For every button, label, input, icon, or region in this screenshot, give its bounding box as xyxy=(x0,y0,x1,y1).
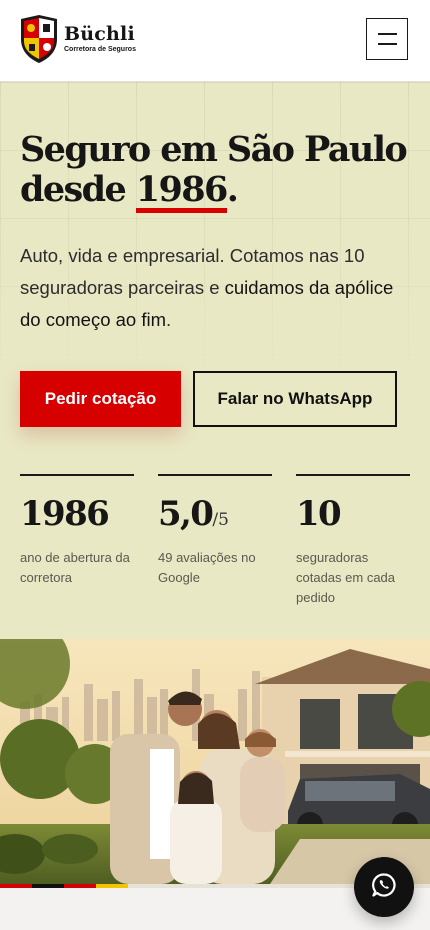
stat-value: 10 xyxy=(296,494,410,540)
hero-description: Auto, vida e empresarial. Cotamos nas 10… xyxy=(20,240,412,336)
site-header: Büchli Corretora de Seguros xyxy=(0,0,430,82)
hamburger-menu-icon-line xyxy=(378,43,397,45)
whatsapp-floating-button[interactable] xyxy=(354,857,414,917)
hero-title-year: 1986 xyxy=(135,169,228,213)
family-in-front-of-house-photo xyxy=(0,639,430,884)
whatsapp-icon xyxy=(371,872,397,903)
stat-label: ano de abertura da corretora xyxy=(20,550,130,585)
hero-section: Seguro em São Paulo desde 1986. Auto, vi… xyxy=(0,82,430,639)
stat-founded: 1986 ano de abertura da corretora xyxy=(20,474,134,588)
stat-value: 5,0/5 xyxy=(158,494,272,540)
stat-label: 49 avaliações no Google xyxy=(158,550,256,585)
stat-label: seguradoras cotadas em cada pedido xyxy=(296,550,396,605)
stat-number: 1986 xyxy=(20,494,110,534)
request-quote-button[interactable]: Pedir cotação xyxy=(20,371,181,427)
whatsapp-button[interactable]: Falar no WhatsApp xyxy=(193,371,397,427)
grid-background xyxy=(0,82,430,382)
menu-button[interactable] xyxy=(366,18,408,60)
hamburger-menu-icon xyxy=(378,33,397,35)
brand-tagline: Corretora de Seguros xyxy=(64,46,136,53)
hero-description-end: . xyxy=(166,309,172,330)
stat-insurers: 10 seguradoras cotadas em cada pedido xyxy=(296,474,410,608)
stat-value: 1986 xyxy=(20,494,134,540)
stat-number: 5,0 xyxy=(158,494,214,534)
stat-rating: 5,0/5 49 avaliações no Google xyxy=(158,474,272,588)
brand-name: Büchli xyxy=(64,23,135,45)
stat-number: 10 xyxy=(296,494,342,534)
hero-title: Seguro em São Paulo desde 1986. xyxy=(20,130,420,213)
brand-logo[interactable]: Büchli Corretora de Seguros xyxy=(18,13,136,65)
hero-title-end: . xyxy=(226,169,239,210)
coat-of-arms-icon xyxy=(18,13,60,65)
stat-suffix: /5 xyxy=(212,510,229,530)
